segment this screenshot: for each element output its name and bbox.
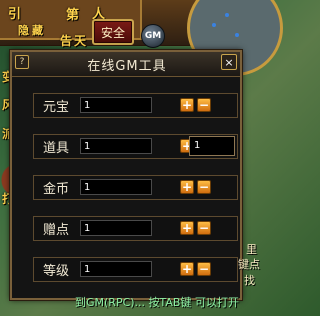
help-button[interactable]: ? [15,55,29,69]
hud-glyph: 第 [66,8,80,23]
row-label: 道具 [43,141,70,156]
hud-glyph: 告 [60,34,73,48]
gm-icon[interactable]: GM [141,24,165,48]
hud-glyph: 隐 [18,24,29,37]
row-bonus-points: 赠点 1 + − [33,216,238,241]
increase-button[interactable]: + [180,221,194,235]
increase-button[interactable]: + [180,180,194,194]
bonus-points-input[interactable]: 1 [80,220,152,236]
decrease-button[interactable]: − [197,98,211,112]
level-input[interactable]: 1 [80,261,152,277]
minimap-marker [225,13,229,17]
decrease-button[interactable]: − [197,262,211,276]
side-text: 键点 [238,258,260,271]
item-input[interactable]: 1 [80,138,152,154]
side-text: 里 [246,243,257,256]
panel-header: ? 在线GM工具 × [12,52,240,77]
chat-line: 到GM(RPC)... 按TAB键 可以打开 [75,296,239,309]
row-level: 等级 1 + − [33,257,238,282]
gm-tool-panel: ? 在线GM工具 × 元宝 1 + − 道具 1 + − 金币 1 + − 赠点… [10,50,242,300]
row-label: 等级 [43,264,70,279]
hud-glyph: 引 [8,7,22,22]
gold-input[interactable]: 1 [80,179,152,195]
panel-title: 在线GM工具 [87,59,167,74]
hud-glyph: 藏 [32,24,43,37]
row-label: 金币 [43,182,70,197]
increase-button[interactable]: + [180,262,194,276]
row-yuanbao: 元宝 1 + − [33,93,238,118]
row-label: 元宝 [43,100,70,115]
row-gold: 金币 1 + − [33,175,238,200]
decrease-button[interactable]: − [197,221,211,235]
side-text: 找 [244,274,255,287]
increase-button[interactable]: + [180,98,194,112]
close-button[interactable]: × [221,54,237,70]
row-label: 赠点 [43,223,70,238]
hud-glyph: 天 [74,34,87,48]
minimap-marker [212,23,216,27]
decrease-button[interactable]: − [197,180,211,194]
yuanbao-input[interactable]: 1 [80,97,152,113]
minimap-marker [235,33,239,37]
safe-mode-button[interactable]: 安全 [92,19,134,45]
item-quantity-input[interactable]: 1 [189,136,235,156]
